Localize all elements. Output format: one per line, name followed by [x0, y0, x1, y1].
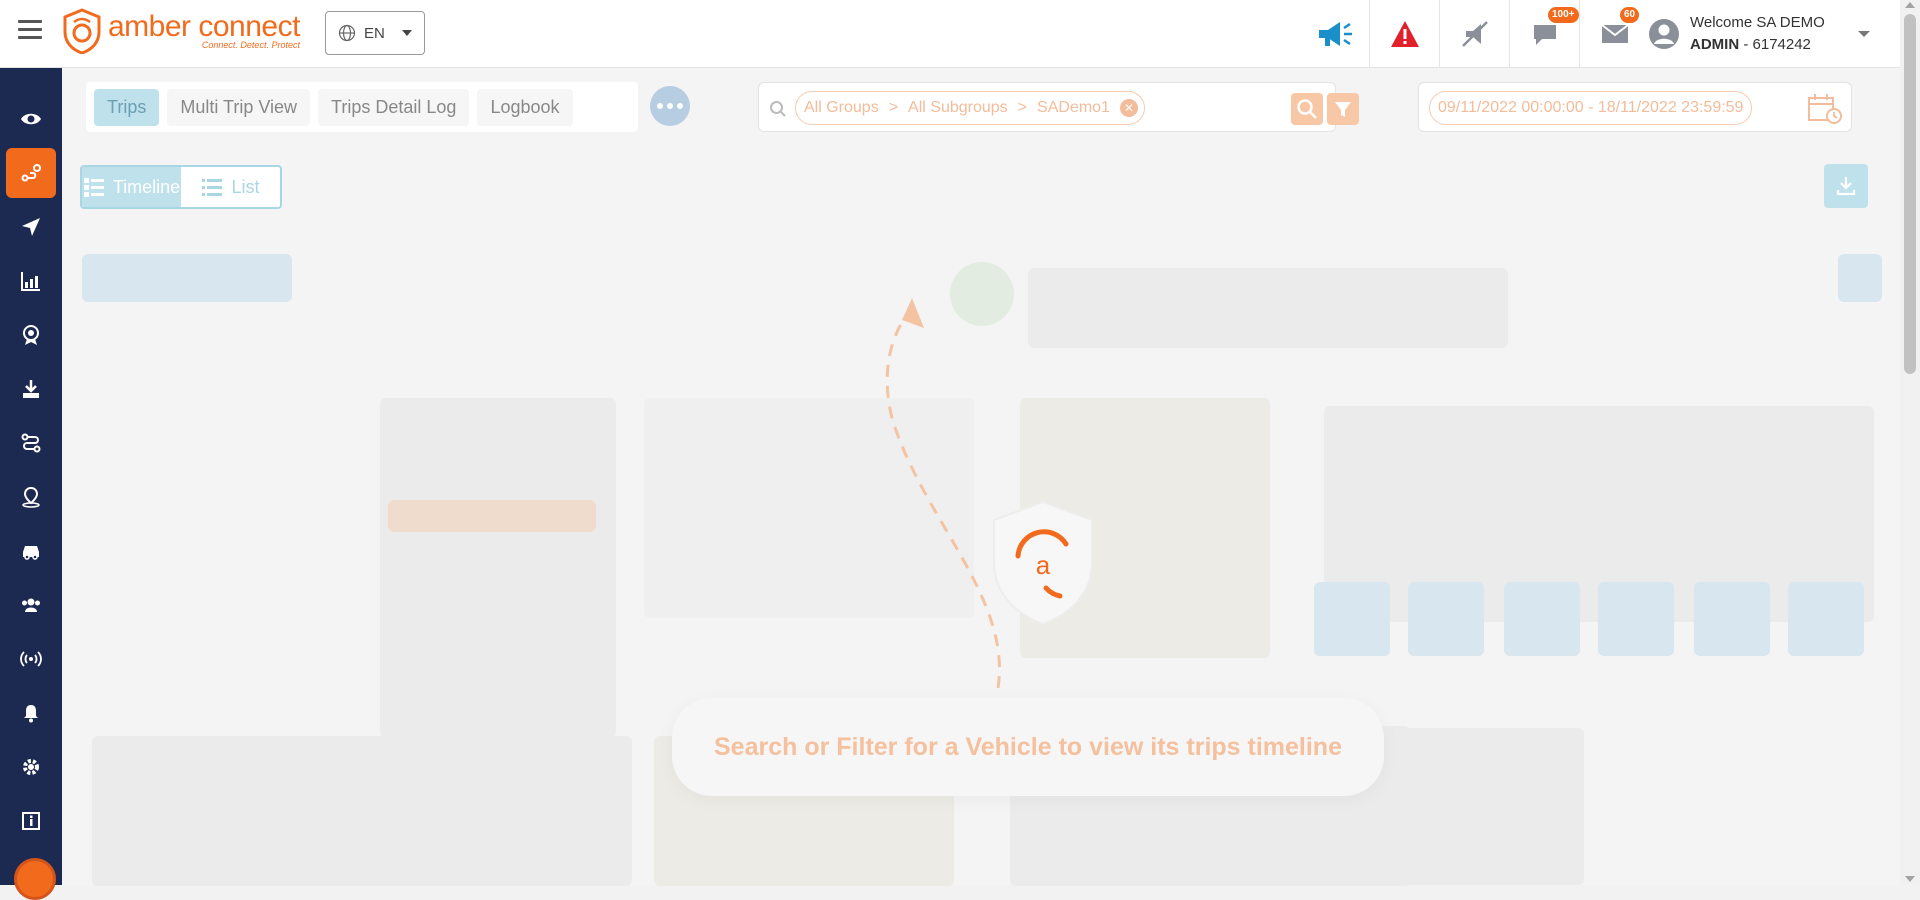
analytics-icon	[21, 272, 40, 291]
vehicle-search-bar[interactable]: All Groups > All Subgroups > SADemo1 ✕	[758, 82, 1359, 132]
sidebar-item-devices[interactable]	[0, 632, 62, 686]
alert-button[interactable]	[1370, 0, 1440, 68]
date-range-picker[interactable]: 09/11/2022 00:00:00 - 18/11/2022 23:59:5…	[1418, 82, 1852, 132]
calendar-clock-icon[interactable]	[1807, 93, 1843, 125]
sidebar-item-route-plan[interactable]	[0, 416, 62, 470]
signal-icon	[20, 651, 42, 667]
sidebar-item-vehicles[interactable]	[0, 524, 62, 578]
award-icon	[23, 325, 39, 345]
filter-breadcrumb[interactable]: All Groups > All Subgroups > SADemo1 ✕	[795, 91, 1145, 125]
language-select[interactable]: EN	[325, 11, 425, 55]
scroll-down-icon[interactable]	[1905, 876, 1915, 882]
tab-trips[interactable]: Trips	[94, 88, 160, 126]
download-icon	[23, 380, 39, 398]
empty-state-message: Search or Filter for a Vehicle to view i…	[672, 698, 1384, 796]
users-icon	[22, 598, 40, 612]
user-welcome: Welcome SA DEMO	[1690, 14, 1825, 31]
language-value: EN	[364, 24, 385, 42]
search-icon	[1297, 99, 1317, 119]
crumb-vehicle: SADemo1	[1037, 99, 1110, 116]
filter-button[interactable]	[1327, 93, 1359, 125]
trips-route-icon	[21, 164, 41, 182]
tab-logbook[interactable]: Logbook	[477, 88, 573, 126]
trip-tabs: Trips Multi Trip View Trips Detail Log L…	[86, 82, 638, 132]
announcement-button[interactable]	[1300, 0, 1370, 68]
timeline-view-button[interactable]: Timeline	[82, 167, 181, 207]
sidebar-item-users[interactable]	[0, 578, 62, 632]
crumb-group: All Groups	[804, 99, 879, 116]
main-content: Trips Multi Trip View Trips Detail Log L…	[62, 68, 1900, 886]
export-button[interactable]	[1824, 164, 1868, 208]
more-options-button[interactable]	[650, 86, 690, 126]
sidebar-item-settings[interactable]	[0, 740, 62, 794]
amber-shield-logo-icon	[63, 8, 101, 54]
sidebar	[0, 68, 62, 885]
brand-name: amber connect	[108, 10, 300, 43]
user-menu-chevron-icon[interactable]	[1858, 31, 1870, 37]
filter-icon	[1335, 102, 1351, 117]
chevron-down-icon	[402, 30, 412, 36]
top-bar: amber connect Connect. Detect. Protect E…	[0, 0, 1900, 68]
sidebar-item-downloads[interactable]	[0, 362, 62, 416]
mute-notifications-icon	[1461, 21, 1488, 47]
header-icon-group: 100+ 60	[1300, 0, 1650, 68]
route-plan-icon	[21, 433, 41, 453]
settings-icon	[23, 759, 39, 775]
user-avatar-icon	[1649, 19, 1679, 49]
announcement-icon	[1318, 22, 1352, 46]
sidebar-item-geofence[interactable]	[0, 470, 62, 524]
support-chat-icon[interactable]	[14, 858, 56, 900]
navigation-icon	[22, 218, 40, 236]
list-icon	[202, 179, 223, 196]
search-icon	[770, 101, 786, 117]
loading-spinner-icon: a	[993, 500, 1093, 626]
sidebar-item-live-view[interactable]	[0, 92, 62, 146]
view-toggle: Timeline List	[80, 165, 282, 209]
user-menu[interactable]: Welcome SA DEMO ADMIN - 6174242	[1648, 12, 1825, 56]
sidebar-item-driver-score[interactable]	[0, 308, 62, 362]
chat-badge: 100+	[1548, 7, 1579, 23]
globe-icon	[338, 24, 356, 42]
brand-logo[interactable]: amber connect Connect. Detect. Protect	[62, 8, 300, 54]
date-range-value[interactable]: 09/11/2022 00:00:00 - 18/11/2022 23:59:5…	[1429, 91, 1753, 125]
sidebar-item-trips[interactable]	[6, 148, 56, 198]
timeline-icon	[83, 178, 104, 197]
search-button[interactable]	[1291, 93, 1323, 125]
eye-icon	[21, 113, 41, 125]
scrollbar-thumb[interactable]	[1904, 14, 1916, 374]
tab-trips-detail-log[interactable]: Trips Detail Log	[318, 88, 470, 126]
sidebar-item-navigation[interactable]	[0, 200, 62, 254]
chat-button[interactable]: 100+	[1510, 0, 1580, 68]
crumb-subgroup: All Subgroups	[908, 99, 1008, 116]
sidebar-item-alerts[interactable]	[0, 686, 62, 740]
page-scrollbar[interactable]	[1900, 0, 1920, 885]
sidebar-item-analytics[interactable]	[0, 254, 62, 308]
bell-icon	[24, 705, 38, 723]
svg-text:a: a	[1036, 550, 1051, 580]
chat-icon	[1533, 25, 1556, 45]
geofence-icon	[22, 486, 40, 508]
list-view-button[interactable]: List	[181, 167, 280, 207]
scroll-up-icon[interactable]	[1905, 2, 1915, 8]
user-role: ADMIN - 6174242	[1690, 36, 1811, 53]
mail-button[interactable]: 60	[1580, 0, 1650, 68]
mail-badge: 60	[1620, 7, 1640, 23]
download-icon	[1836, 177, 1856, 196]
info-icon	[22, 812, 40, 830]
clear-filter-icon[interactable]: ✕	[1119, 99, 1138, 117]
hamburger-menu-icon[interactable]	[18, 20, 42, 40]
vehicle-icon	[23, 546, 39, 560]
sidebar-item-info[interactable]	[0, 794, 62, 848]
mail-icon	[1601, 24, 1629, 43]
mute-notifications-button[interactable]	[1440, 0, 1510, 68]
alert-icon	[1390, 21, 1419, 47]
tab-multi-trip-view[interactable]: Multi Trip View	[167, 88, 311, 126]
